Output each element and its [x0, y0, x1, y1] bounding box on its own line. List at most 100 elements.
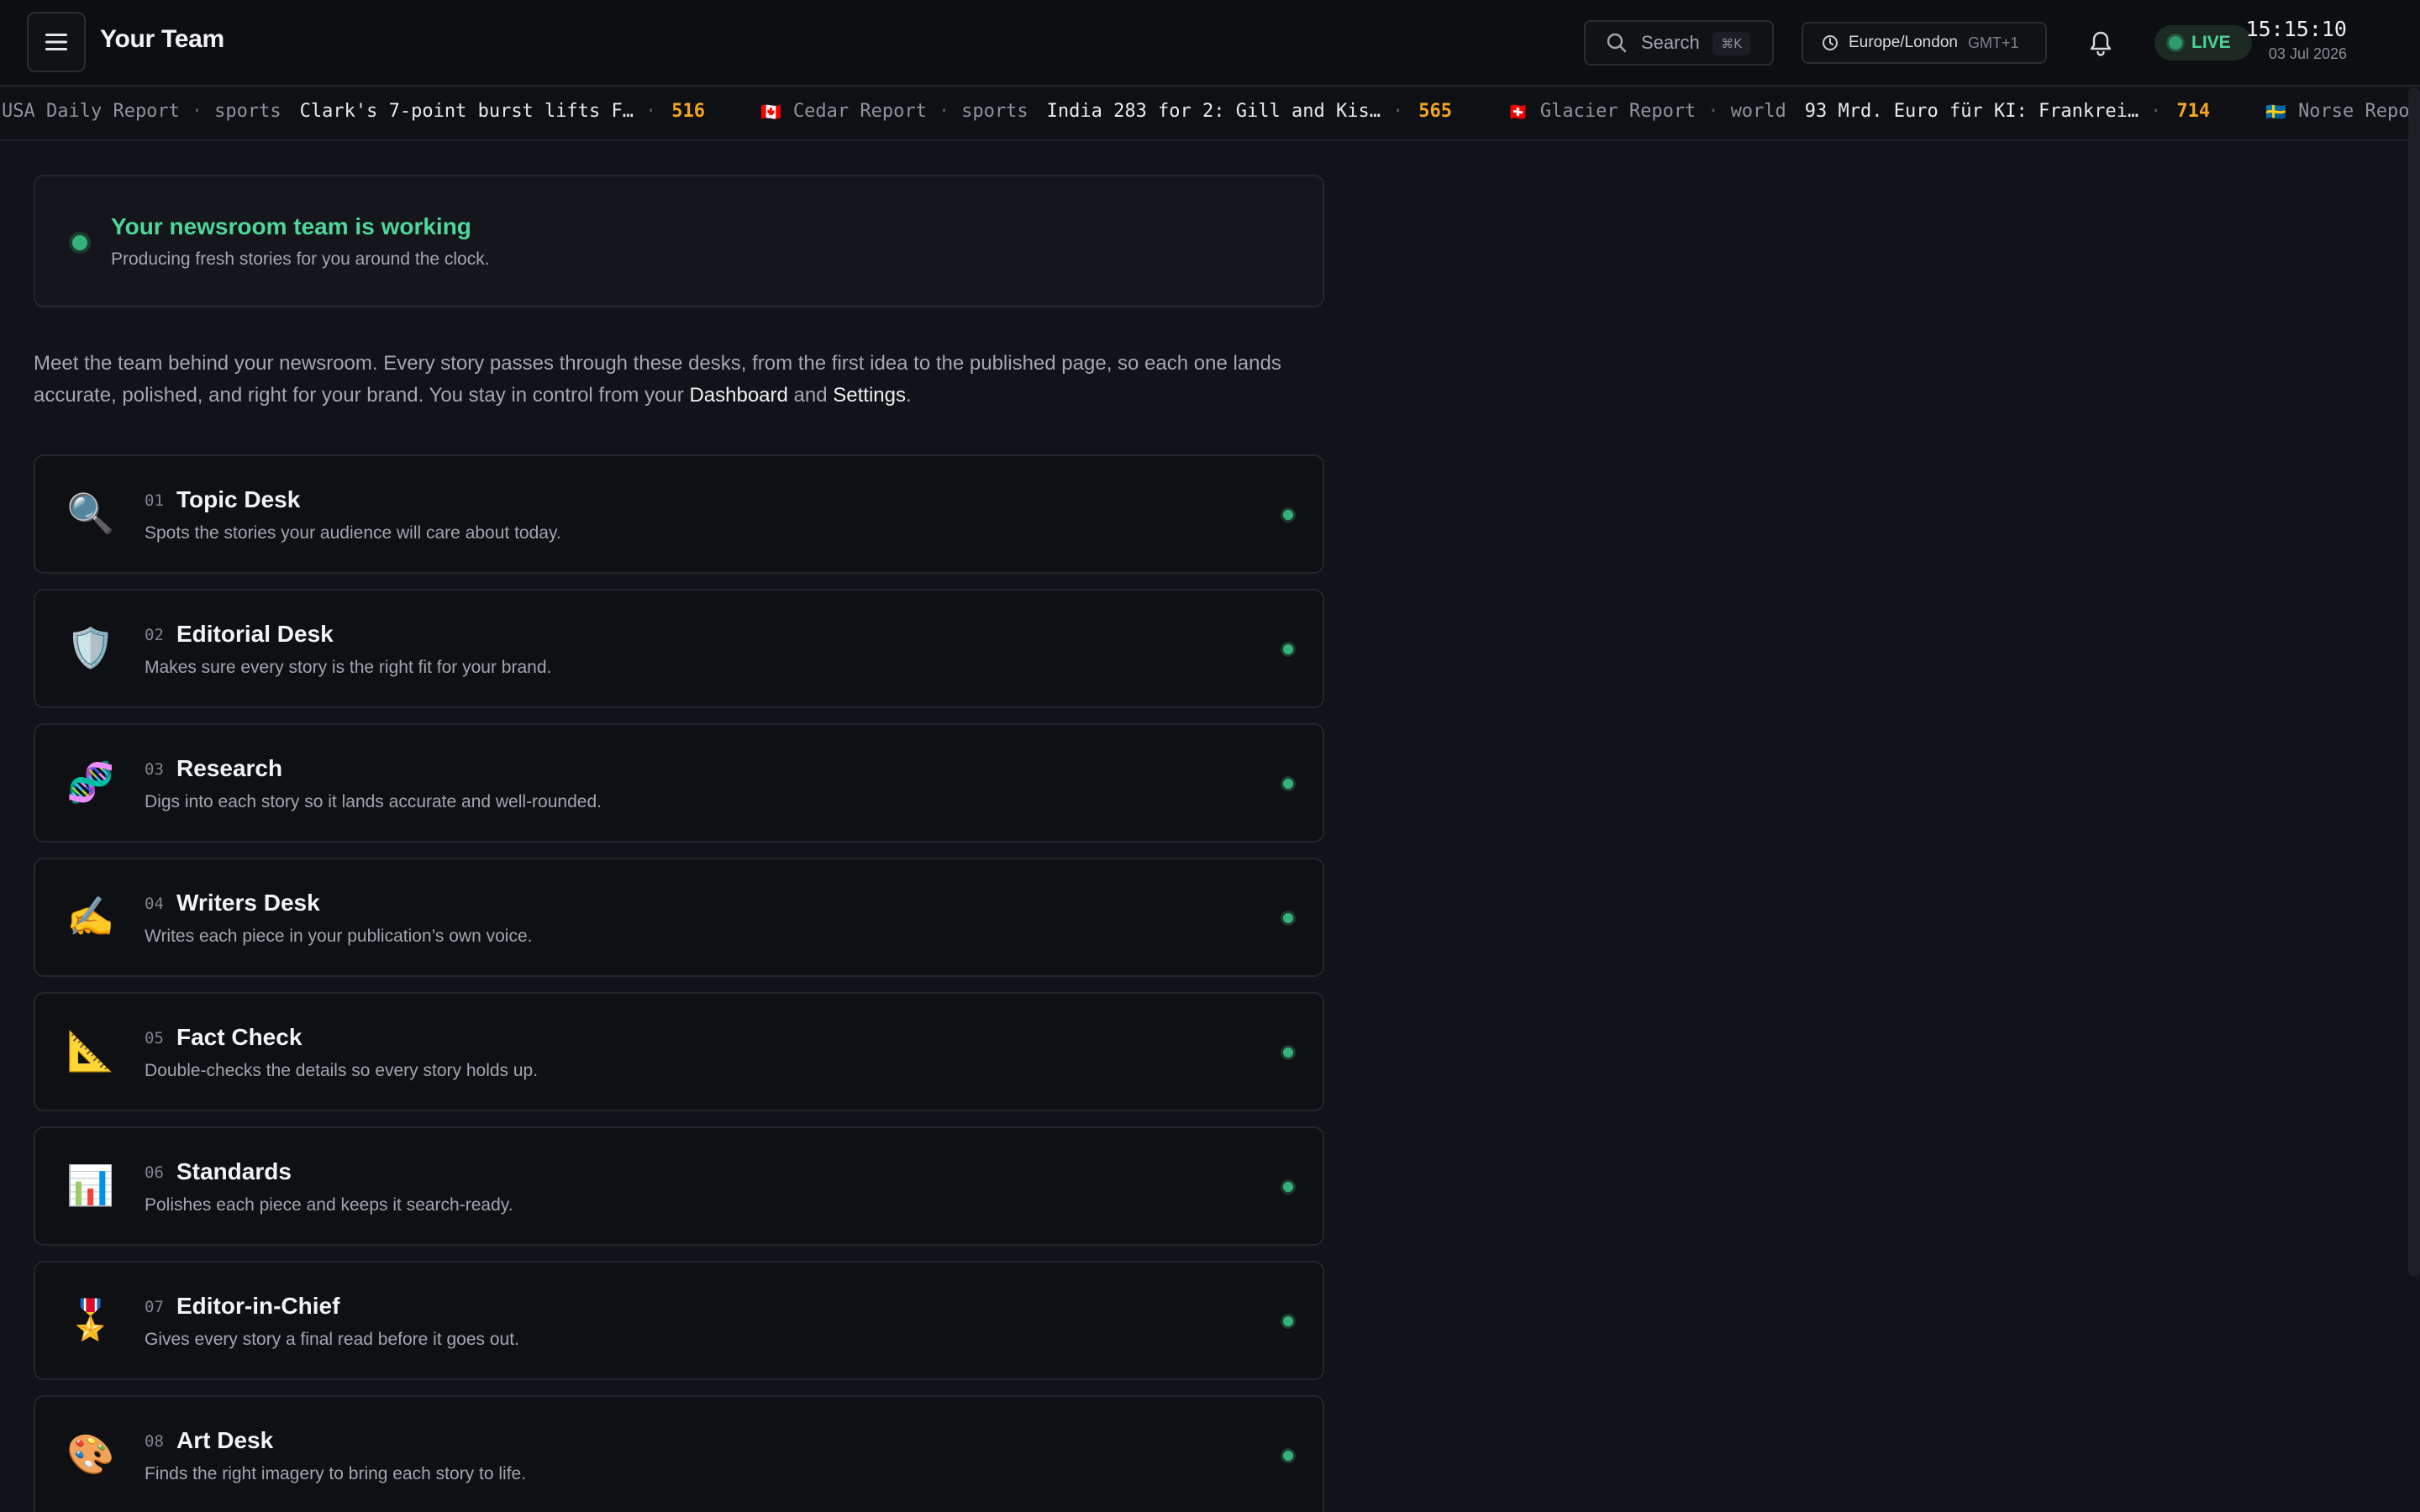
ticker-separator: ·	[1707, 101, 1719, 122]
desk-number: 02	[145, 626, 164, 644]
desk-number: 03	[145, 760, 164, 779]
bar-chart-icon: 📊	[66, 1163, 115, 1208]
desk-description: Gives every story a final read before it…	[145, 1330, 519, 1349]
desk-card-fact-check[interactable]: 📐 05 Fact Check Double-checks the detail…	[34, 992, 1324, 1111]
desk-number: 06	[145, 1163, 164, 1182]
ticker-source: Glacier Report	[1539, 101, 1697, 122]
medal-icon: 🎖️	[66, 1297, 115, 1342]
ticker-source: Norse Report	[2298, 101, 2408, 122]
canada-flag-icon: 🇨🇦	[760, 101, 781, 122]
desk-status-dot	[1281, 507, 1296, 522]
writing-hand-icon: ✍️	[66, 894, 115, 939]
desk-name: Fact Check	[176, 1024, 302, 1050]
desk-card-research[interactable]: 🧬 03 Research Digs into each story so it…	[34, 723, 1324, 843]
bell-icon	[2090, 31, 2112, 56]
timezone-selector[interactable]: Europe/London GMT+1	[1802, 22, 2047, 64]
desk-number: 04	[145, 895, 164, 913]
desk-status-dot	[1281, 1448, 1296, 1463]
ticker-item[interactable]: USA Daily Report · sports Clark's 7-poin…	[2, 101, 705, 122]
desk-status-dot	[1281, 1179, 1296, 1194]
desk-description: Writes each piece in your publication’s …	[145, 927, 533, 946]
desk-description: Spots the stories your audience will car…	[145, 523, 561, 543]
desk-card-standards[interactable]: 📊 06 Standards Polishes each piece and k…	[34, 1126, 1324, 1246]
ticker-count: 714	[2176, 101, 2211, 122]
dashboard-link[interactable]: Dashboard	[689, 384, 787, 407]
ticker-headline: Clark's 7-point burst lifts F…	[299, 101, 634, 122]
menu-button[interactable]	[27, 12, 86, 72]
settings-link[interactable]: Settings	[833, 384, 906, 407]
search-icon	[1607, 33, 1627, 53]
desk-description: Polishes each piece and keeps it search-…	[145, 1195, 513, 1215]
desk-card-editor-in-chief[interactable]: 🎖️ 07 Editor-in-Chief Gives every story …	[34, 1261, 1324, 1380]
desk-card-editorial[interactable]: 🛡️ 02 Editorial Desk Makes sure every st…	[34, 589, 1324, 708]
switzerland-flag-icon: 🇨🇭	[1507, 101, 1528, 122]
ticker-headline: India 283 for 2: Gill and Kis…	[1046, 101, 1381, 122]
ticker-separator: ·	[1392, 101, 1404, 122]
ticker-item[interactable]: 🇸🇪 Norse Report	[2265, 101, 2408, 122]
ticker-headline: 93 Mrd. Euro für KI: Frankrei…	[1804, 101, 2139, 122]
intro-text: Meet the team behind your newsroom. Ever…	[34, 352, 1281, 407]
hamburger-icon	[45, 34, 67, 50]
current-time: 15:15:10	[2245, 17, 2347, 41]
ticker-category: world	[1730, 101, 1786, 122]
ticker-item[interactable]: 🇨🇭 Glacier Report · world 93 Mrd. Euro f…	[1507, 101, 2210, 122]
ticker-track: USA Daily Report · sports Clark's 7-poin…	[2, 101, 2408, 122]
desk-name: Writers Desk	[176, 890, 320, 916]
desk-description: Double-checks the details so every story…	[145, 1061, 539, 1080]
desk-card-writers[interactable]: ✍️ 04 Writers Desk Writes each piece in …	[34, 858, 1324, 977]
desk-description: Makes sure every story is the right fit …	[145, 658, 552, 677]
page-title: Your Team	[100, 25, 224, 53]
desk-name: Editorial Desk	[176, 621, 334, 647]
ticker-separator: ·	[2150, 101, 2162, 122]
desk-name: Editor-in-Chief	[176, 1293, 340, 1319]
ticker-category: sports	[961, 101, 1028, 122]
desk-status-dot	[1281, 642, 1296, 657]
desk-number: 05	[145, 1029, 164, 1047]
desk-description: Finds the right imagery to bring each st…	[145, 1464, 527, 1483]
news-ticker: USA Daily Report · sports Clark's 7-poin…	[0, 87, 2408, 141]
timezone-offset: GMT+1	[1967, 34, 2019, 51]
dna-icon: 🧬	[66, 759, 115, 805]
search-button[interactable]: Search ⌘K	[1584, 20, 1774, 66]
triangle-ruler-icon: 📐	[66, 1028, 115, 1074]
ticker-separator: ·	[645, 101, 657, 122]
desk-card-topic[interactable]: 🔍 01 Topic Desk Spots the stories your a…	[34, 454, 1324, 574]
desk-description: Digs into each story so it lands accurat…	[145, 792, 602, 811]
status-subtitle: Producing fresh stories for you around t…	[111, 249, 490, 269]
page-scrollbar[interactable]	[2408, 87, 2420, 1277]
ticker-source: Cedar Report	[792, 101, 927, 122]
desk-status-dot	[1281, 1045, 1296, 1060]
desk-card-art[interactable]: 🎨 08 Art Desk Finds the right imagery to…	[34, 1395, 1324, 1512]
search-shortcut: ⌘K	[1712, 32, 1750, 55]
ticker-separator: ·	[191, 101, 203, 122]
intro-and: and	[787, 384, 834, 407]
desk-number: 01	[145, 491, 164, 510]
live-status-badge[interactable]: LIVE	[2154, 25, 2252, 60]
status-indicator-dot	[69, 232, 91, 254]
ticker-source: USA Daily Report	[2, 101, 180, 122]
ticker-separator: ·	[938, 101, 950, 122]
ticker-count: 565	[1418, 101, 1452, 122]
intro-end: .	[905, 384, 912, 407]
magnifier-icon: 🔍	[66, 491, 115, 536]
ticker-item[interactable]: 🇨🇦 Cedar Report · sports India 283 for 2…	[760, 101, 1452, 122]
desk-name: Topic Desk	[176, 486, 301, 512]
desk-name: Standards	[176, 1158, 292, 1184]
notifications-button[interactable]	[2084, 25, 2118, 59]
live-label: LIVE	[2191, 33, 2231, 52]
desk-name: Art Desk	[176, 1427, 274, 1453]
intro-paragraph: Meet the team behind your newsroom. Ever…	[34, 348, 1344, 412]
timezone-name: Europe/London	[1849, 34, 1958, 51]
status-title: Your newsroom team is working	[111, 213, 471, 239]
clock-icon	[1823, 35, 1838, 50]
shield-icon: 🛡️	[66, 625, 115, 670]
desk-status-dot	[1281, 1314, 1296, 1329]
desk-number: 08	[145, 1432, 164, 1451]
sweden-flag-icon: 🇸🇪	[2265, 101, 2287, 122]
desk-status-dot	[1281, 776, 1296, 791]
live-indicator-dot	[2166, 34, 2185, 52]
desk-number: 07	[145, 1298, 164, 1316]
desk-status-dot	[1281, 911, 1296, 926]
search-label: Search	[1641, 32, 1700, 53]
ticker-category: sports	[214, 101, 281, 122]
